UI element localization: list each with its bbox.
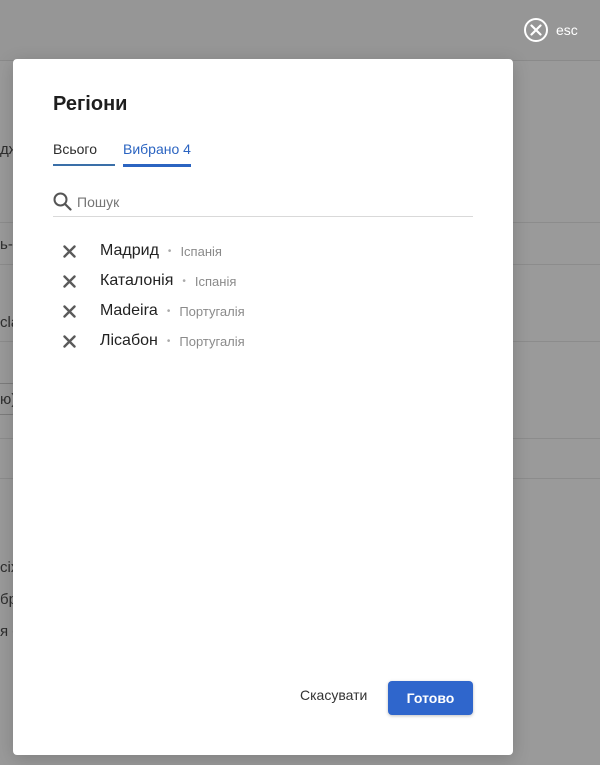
remove-icon[interactable] — [53, 236, 85, 266]
close-button[interactable]: esc — [524, 18, 578, 42]
region-country: Іспанія — [180, 243, 222, 259]
cancel-button[interactable]: Скасувати — [300, 687, 367, 703]
separator-dot: • — [166, 335, 171, 347]
regions-modal: Регіони Всього Вибрано 4 Мадрид • Іспані… — [13, 59, 513, 755]
region-name: Madeira — [100, 302, 158, 319]
region-name: Мадрид — [100, 242, 159, 259]
region-country: Португалія — [179, 303, 245, 319]
done-button[interactable]: Готово — [388, 681, 473, 715]
close-icon — [524, 18, 548, 42]
tab-selected[interactable]: Вибрано 4 — [123, 141, 191, 167]
region-country: Іспанія — [194, 273, 237, 289]
remove-icon[interactable] — [53, 296, 85, 326]
remove-icon[interactable] — [53, 266, 85, 296]
separator-dot: • — [167, 245, 172, 257]
list-item: Мадрид • Іспанія — [53, 236, 473, 266]
separator-dot: • — [166, 305, 171, 317]
background-text: ь- — [0, 236, 13, 253]
selected-regions-list: Мадрид • Іспанія Каталонія • Іспанія Mad… — [53, 236, 473, 356]
tab-all[interactable]: Всього — [53, 141, 115, 166]
background-header — [0, 0, 600, 61]
search-field — [53, 192, 473, 217]
list-item: Лісабон • Португалія — [53, 326, 473, 356]
close-label: esc — [556, 22, 578, 38]
separator-dot: • — [182, 275, 186, 287]
list-item: Каталонія • Іспанія — [53, 266, 473, 296]
region-name: Лісабон — [100, 332, 158, 349]
list-item: Madeira • Португалія — [53, 296, 473, 326]
search-input[interactable] — [77, 192, 467, 212]
modal-title: Регіони — [53, 93, 128, 115]
region-country: Португалія — [179, 333, 245, 349]
region-name: Каталонія — [100, 272, 174, 289]
search-icon — [53, 192, 72, 216]
remove-icon[interactable] — [53, 326, 85, 356]
